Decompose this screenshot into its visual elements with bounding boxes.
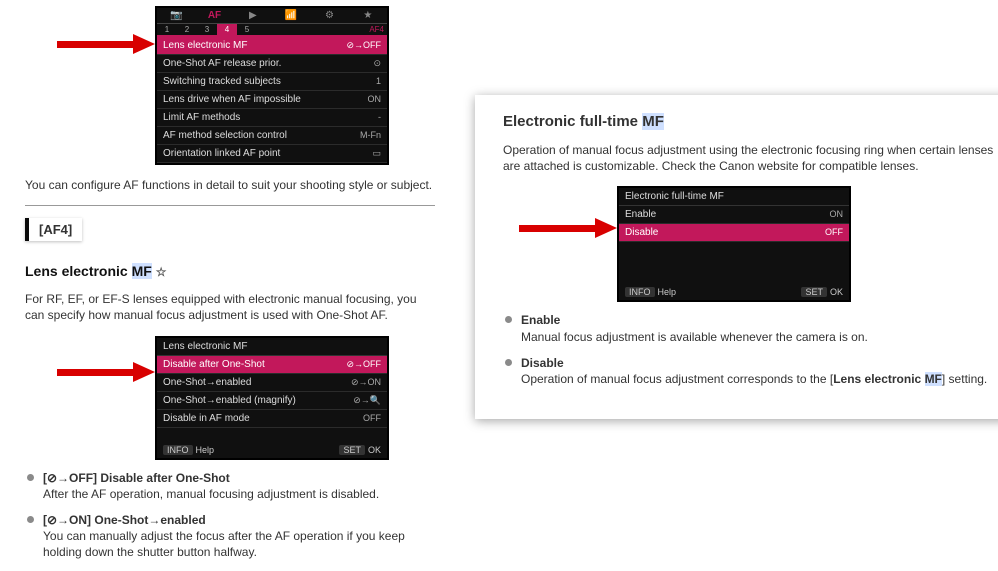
menu-row: Limit AF methods- bbox=[157, 109, 387, 127]
menu-row: Switching tracked subjects1 bbox=[157, 73, 387, 91]
star-icon: ☆ bbox=[156, 265, 167, 279]
intro-text: You can configure AF functions in detail… bbox=[25, 177, 435, 193]
menu-row: DisableOFF bbox=[619, 224, 849, 242]
option-item: Enable Manual focus adjustment is availa… bbox=[503, 312, 998, 344]
lens-mf-heading: Lens electronic MF ☆ bbox=[25, 263, 435, 279]
tab-fav: ★ bbox=[349, 8, 387, 23]
divider bbox=[25, 205, 435, 206]
menu-row: AF method selection controlM-Fn bbox=[157, 127, 387, 145]
menu-title: Electronic full-time MF bbox=[619, 188, 849, 206]
menu-row: One-Shot→enabled (magnify)⊘→🔍 bbox=[157, 392, 387, 410]
fulltime-mf-heading: Electronic full-time MF bbox=[503, 113, 998, 130]
subtab-tag: AF4 bbox=[366, 24, 387, 35]
section-tag: [AF4] bbox=[25, 218, 82, 241]
menu-row: Lens electronic MF⊘→OFF bbox=[157, 37, 387, 55]
menu-footer: INFOHelp SETOK bbox=[619, 284, 849, 300]
menu-footer: INFOHelp SETOK bbox=[157, 442, 387, 458]
subtab-2: 2 bbox=[177, 24, 197, 35]
menu-row: Disable after One-Shot⊘→OFF bbox=[157, 356, 387, 374]
option-item: [⊘→ON] One-Shot→enabled You can manually… bbox=[25, 512, 435, 561]
tab-camera: 📷 bbox=[157, 8, 195, 23]
subtab-3: 3 bbox=[197, 24, 217, 35]
lens-mf-para: For RF, EF, or EF-S lenses equipped with… bbox=[25, 291, 435, 323]
option-item: Disable Operation of manual focus adjust… bbox=[503, 355, 998, 387]
option-list: [⊘→OFF] Disable after One-Shot After the… bbox=[25, 470, 435, 561]
tab-play: ▶ bbox=[234, 8, 272, 23]
tab-wireless: 📶 bbox=[272, 8, 310, 23]
camera-menu-fulltime-mf: Electronic full-time MF EnableON Disable… bbox=[617, 186, 851, 302]
menu-row: Orientation linked AF point▭ bbox=[157, 145, 387, 163]
tab-settings: ⚙ bbox=[310, 8, 348, 23]
menu-row: Disable in AF modeOFF bbox=[157, 410, 387, 428]
left-column: 📷 AF ▶ 📶 ⚙ ★ 1 2 3 4 5 AF4 Lens electron… bbox=[25, 6, 435, 571]
option-list: Enable Manual focus adjustment is availa… bbox=[503, 312, 998, 387]
subtab-4: 4 bbox=[217, 24, 237, 35]
menu-row: EnableON bbox=[619, 206, 849, 224]
option-item: [⊘→OFF] Disable after One-Shot After the… bbox=[25, 470, 435, 502]
camera-menu-lens-mf: Lens electronic MF Disable after One-Sho… bbox=[155, 336, 389, 460]
camera-menu-af4: 📷 AF ▶ 📶 ⚙ ★ 1 2 3 4 5 AF4 Lens electron… bbox=[155, 6, 389, 165]
right-panel: Electronic full-time MF Operation of man… bbox=[475, 95, 998, 419]
arrow-icon bbox=[57, 360, 155, 384]
arrow-icon bbox=[57, 32, 155, 56]
menu-row: Lens drive when AF impossibleON bbox=[157, 91, 387, 109]
subtab-5: 5 bbox=[237, 24, 257, 35]
menu-title: Lens electronic MF bbox=[157, 338, 387, 356]
subtab-1: 1 bbox=[157, 24, 177, 35]
tab-af: AF bbox=[195, 8, 233, 23]
arrow-icon bbox=[519, 216, 617, 240]
menu-row: One-Shot→enabled⊘→ON bbox=[157, 374, 387, 392]
fulltime-mf-para: Operation of manual focus adjustment usi… bbox=[503, 142, 998, 174]
menu-row: One-Shot AF release prior.⊙ bbox=[157, 55, 387, 73]
